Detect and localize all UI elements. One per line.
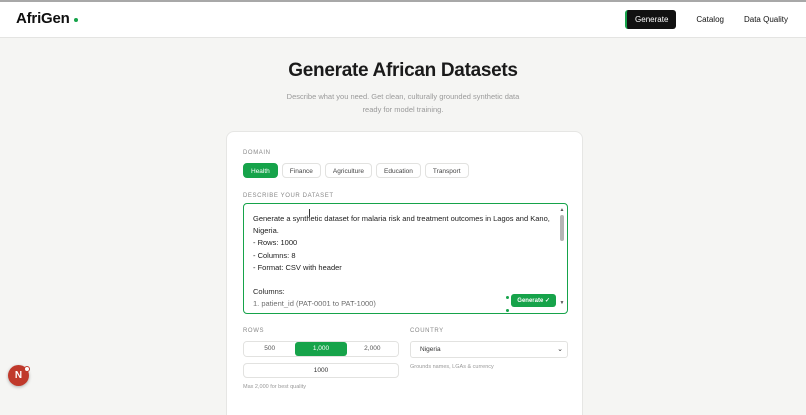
hero-section: Generate African Datasets Describe what …	[0, 60, 806, 116]
domain-chip-transport[interactable]: Transport	[424, 163, 469, 178]
notification-dot-icon	[24, 366, 30, 372]
rows-hint: Max 2,000 for best quality	[243, 384, 306, 390]
scroll-down-arrow-icon[interactable]: ▼	[559, 301, 565, 306]
rows-option-2000[interactable]: 2,000	[346, 342, 398, 356]
resize-handle-dot-icon	[506, 296, 509, 299]
rows-label: ROWS	[243, 328, 265, 334]
domain-chip-health[interactable]: Health	[243, 163, 278, 178]
nav-data-quality[interactable]: Data Quality	[744, 15, 788, 24]
country-select[interactable]: Nigeria ⌄	[410, 341, 568, 358]
resize-handle-dot-icon	[506, 309, 509, 312]
nav-generate[interactable]: Generate	[625, 10, 677, 29]
domain-label: DOMAIN	[243, 150, 271, 156]
scroll-up-arrow-icon[interactable]: ▲	[559, 208, 565, 213]
nav-catalog[interactable]: Catalog	[696, 15, 724, 24]
scroll-thumb[interactable]	[560, 215, 564, 241]
inline-generate-button[interactable]: Generate ✓	[511, 294, 556, 307]
page-subtitle-line-2: ready for model training.	[362, 105, 444, 114]
country-selected-value: Nigeria	[420, 346, 441, 353]
describe-label: DESCRIBE YOUR DATASET	[243, 193, 334, 199]
top-navbar: AfriGen Generate Catalog Data Quality	[0, 2, 806, 38]
dataset-description-input[interactable]: Generate a synthetic dataset for malaria…	[243, 203, 568, 314]
rows-number-input[interactable]: 1000	[243, 363, 399, 378]
rows-option-1000[interactable]: 1,000	[295, 342, 347, 356]
country-label: COUNTRY	[410, 328, 444, 334]
domain-chips: Health Finance Agriculture Education Tra…	[243, 163, 473, 178]
generator-card: DOMAIN Health Finance Agriculture Educat…	[226, 131, 583, 415]
domain-chip-agriculture[interactable]: Agriculture	[324, 163, 372, 178]
brand-dot-icon	[73, 17, 78, 22]
rows-option-500[interactable]: 500	[244, 342, 296, 356]
brand-name: AfriGen	[16, 10, 70, 27]
rows-segmented-control: 500 1,000 2,000	[243, 341, 399, 357]
nav-links: Generate Catalog Data Quality	[625, 10, 788, 29]
domain-chip-finance[interactable]: Finance	[281, 163, 321, 178]
textarea-scrollbar[interactable]: ▲ ▼	[559, 208, 565, 306]
chevron-down-icon: ⌄	[557, 346, 563, 353]
country-hint: Grounds names, LGAs & currency	[410, 364, 494, 370]
textarea-fade	[252, 291, 497, 313]
page-subtitle-line-1: Describe what you need. Get clean, cultu…	[286, 92, 520, 101]
brand-logo[interactable]: AfriGen	[16, 10, 78, 27]
page-title: Generate African Datasets	[288, 60, 518, 81]
text-cursor-icon	[309, 209, 310, 217]
page-subtitle: Describe what you need. Get clean, cultu…	[0, 90, 806, 116]
domain-chip-education[interactable]: Education	[376, 163, 421, 178]
